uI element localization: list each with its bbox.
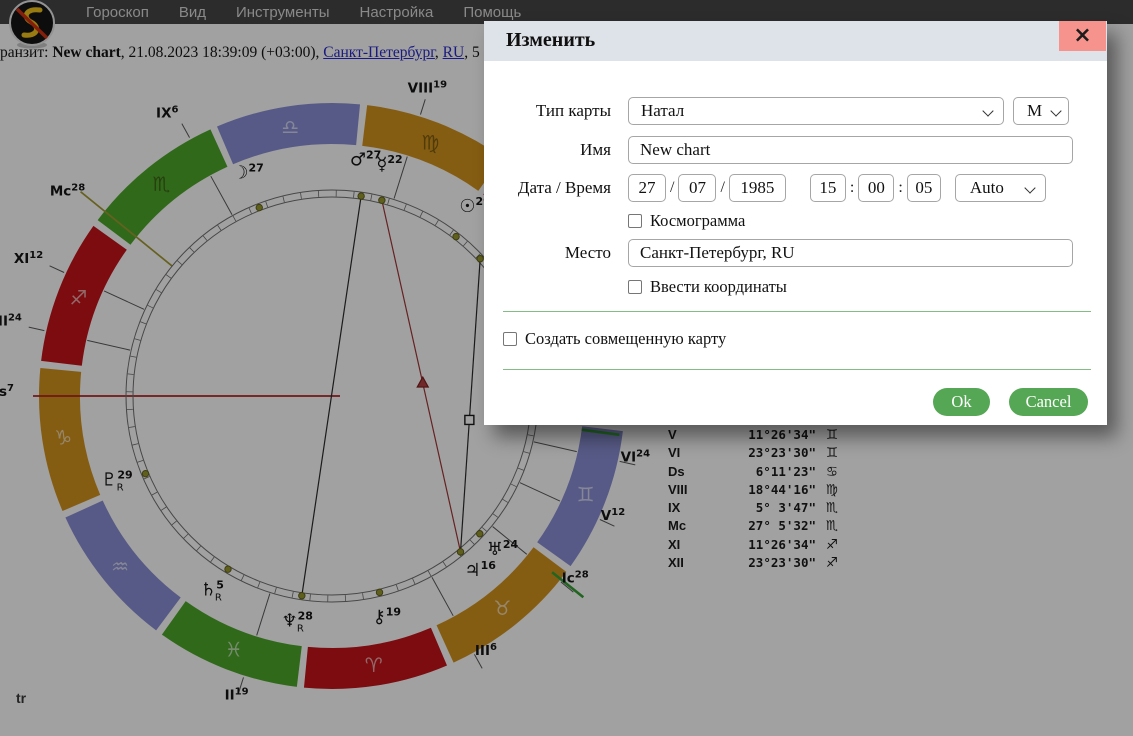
date-separator: /	[670, 179, 674, 197]
date-separator: /	[720, 179, 724, 197]
hour-input[interactable]	[810, 174, 846, 202]
day-input[interactable]	[628, 174, 666, 202]
time-separator: :	[898, 179, 902, 197]
dialog-title: Изменить	[506, 29, 595, 52]
gender-value: M	[1014, 101, 1042, 121]
place-label: Место	[484, 243, 611, 263]
dialog-header: Изменить	[484, 21, 1107, 61]
name-label: Имя	[484, 140, 611, 160]
combined-chart-label: Создать совмещенную карту	[525, 329, 726, 349]
chart-type-value: Натал	[629, 101, 684, 121]
time-separator: :	[850, 179, 854, 197]
coords-row: Ввести координаты	[484, 277, 1107, 297]
timezone-select[interactable]: Auto	[955, 174, 1046, 202]
second-input[interactable]	[907, 174, 941, 202]
edit-chart-dialog: Изменить × Тип карты Натал M Имя Дата / …	[484, 21, 1107, 425]
minute-input[interactable]	[858, 174, 894, 202]
timezone-value: Auto	[956, 178, 1004, 198]
place-input[interactable]	[628, 239, 1073, 267]
app-window: ГороскопВидИнструментыНастройкаПомощь ра…	[0, 0, 1133, 736]
chevron-down-icon	[982, 105, 993, 116]
year-input[interactable]	[729, 174, 786, 202]
month-input[interactable]	[678, 174, 716, 202]
cosmogram-row: Космограмма	[484, 211, 1107, 231]
place-row: Место	[484, 239, 1107, 267]
chevron-down-icon	[1050, 105, 1061, 116]
coords-checkbox[interactable]	[628, 280, 642, 294]
cosmogram-label: Космограмма	[650, 211, 745, 231]
cancel-button[interactable]: Cancel	[1009, 388, 1088, 416]
datetime-row: Дата / Время / / : : Auto	[484, 174, 1107, 202]
chart-type-row: Тип карты Натал M	[484, 97, 1107, 125]
ok-button[interactable]: Ok	[933, 388, 990, 416]
gender-select[interactable]: M	[1013, 97, 1069, 125]
divider	[503, 311, 1091, 312]
combined-chart-checkbox[interactable]	[503, 332, 517, 346]
divider	[503, 369, 1091, 370]
chevron-down-icon	[1024, 182, 1035, 193]
name-input[interactable]	[628, 136, 1073, 164]
cosmogram-checkbox[interactable]	[628, 214, 642, 228]
coords-label: Ввести координаты	[650, 277, 787, 297]
name-row: Имя	[484, 136, 1107, 164]
combined-chart-row: Создать совмещенную карту	[484, 329, 1107, 349]
chart-type-select[interactable]: Натал	[628, 97, 1004, 125]
datetime-label: Дата / Время	[484, 178, 611, 198]
chart-type-label: Тип карты	[484, 101, 611, 121]
close-icon[interactable]: ×	[1059, 21, 1106, 51]
